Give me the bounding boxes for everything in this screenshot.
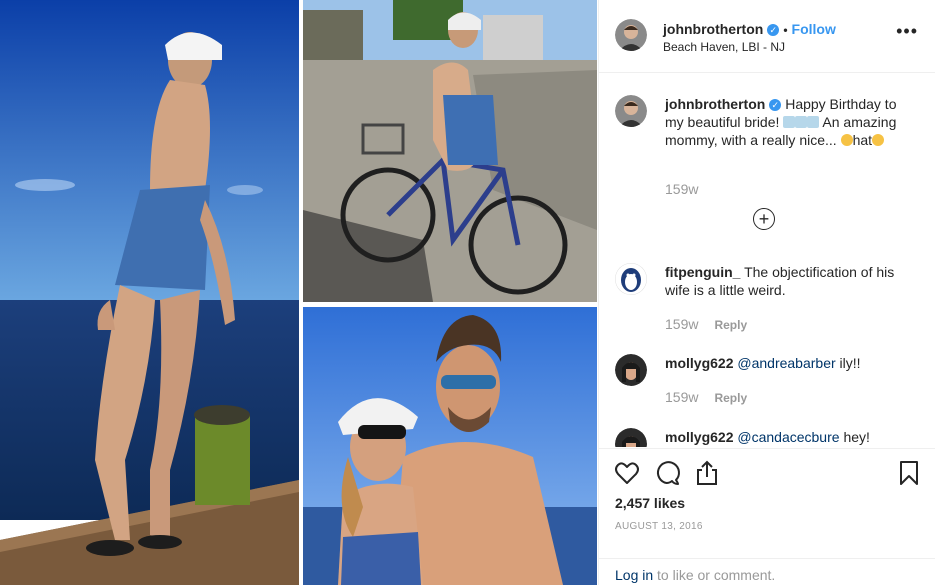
gift-emoji-icon [795,116,808,128]
load-more-comments-icon[interactable]: + [753,208,775,230]
instagram-post: johnbrotherton ✓ • Follow Beach Haven, LBI … [0,0,935,585]
heart-icon[interactable] [613,459,641,487]
avatar[interactable] [615,263,647,295]
caption-username[interactable]: johnbrotherton [665,96,765,112]
share-icon[interactable] [693,459,721,487]
comment-username[interactable]: fitpenguin_ [665,264,740,280]
sparkle-emoji-icon [783,116,796,128]
comment-icon[interactable] [653,459,681,487]
caption-timestamp: 159w [665,181,699,197]
comment-mention-link[interactable]: @andreabarber [737,355,835,371]
comment-username[interactable]: mollyg622 [665,429,733,445]
avatar[interactable] [615,428,647,447]
avatar[interactable] [615,19,647,51]
comment-mention-link[interactable]: @candacecbure [737,429,839,445]
login-prompt: Log in to like or comment. [599,558,935,587]
smile-emoji-icon [840,134,853,146]
comment-text: mollyg622 @andreabarber ily!! [665,354,915,372]
separator-dot: • [783,23,788,37]
avatar[interactable] [615,354,647,386]
post-actions: 2,457 likes AUGUST 13, 2016 Log in to li… [599,448,935,586]
comment-message: ily!! [839,355,861,371]
smile-emoji-icon [872,134,885,146]
verified-badge-icon: ✓ [769,99,782,111]
header-user-line: johnbrotherton ✓ • Follow [663,21,836,37]
comment-meta: 159w Reply [665,389,747,405]
post-side-panel: johnbrotherton ✓ • Follow Beach Haven, LBI … [598,0,935,585]
location-link[interactable]: Beach Haven, LBI - NJ [663,40,785,54]
comment-timestamp: 159w [665,389,699,405]
reply-button[interactable]: Reply [714,318,747,332]
caption-text: johnbrotherton ✓ Happy Birthday to my bea… [665,95,915,149]
comment-username[interactable]: mollyg622 [665,355,733,371]
login-prompt-text: Log in to like or comment. [615,567,775,583]
sparkle-emoji-icon [807,116,820,128]
bookmark-icon[interactable] [895,459,923,487]
verified-badge-icon: ✓ [767,24,780,36]
post-header: johnbrotherton ✓ • Follow Beach Haven, LBI … [599,0,935,73]
photo-bicycle [303,0,597,302]
comments-list[interactable]: johnbrotherton ✓ Happy Birthday to my bea… [599,73,935,447]
follow-button[interactable]: Follow [792,21,836,37]
comment-text: mollyg622 @candacecbure hey! [665,428,915,446]
login-suffix: to like or comment. [653,567,776,583]
post-date[interactable]: AUGUST 13, 2016 [615,521,703,532]
reply-button[interactable]: Reply [714,391,747,405]
comment-message: hey! [843,429,870,445]
comment-meta: 159w Reply [665,316,747,332]
comment-text: fitpenguin_ The objectification of his w… [665,263,915,299]
more-options-icon[interactable]: ••• [896,22,918,40]
caption-text-part-3: hat [852,132,873,148]
photo-woman-on-pier [0,0,299,585]
post-image[interactable] [0,0,597,585]
photo-couple-selfie [303,307,597,585]
username-link[interactable]: johnbrotherton [663,21,763,37]
likes-count[interactable]: 2,457 likes [615,495,685,511]
avatar[interactable] [615,95,647,127]
comment-timestamp: 159w [665,316,699,332]
login-link[interactable]: Log in [615,567,653,583]
